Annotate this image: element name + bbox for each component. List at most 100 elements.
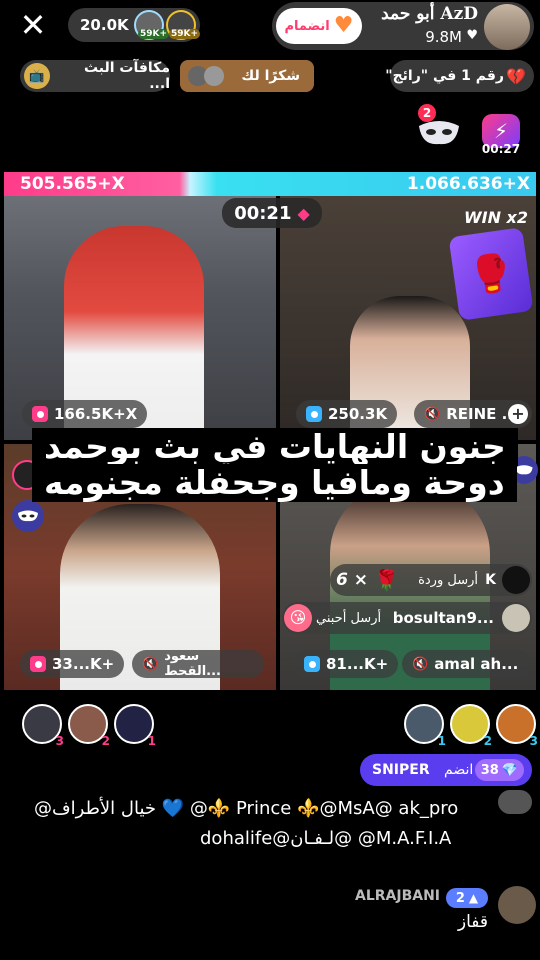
mask-icon[interactable]: 2 [414, 104, 464, 154]
sniper-level: 38 [480, 762, 499, 778]
battle-timer-value: 00:21 [234, 202, 292, 224]
comment-2-username: ALRAJBANI [354, 888, 440, 904]
bl-score-chip[interactable]: 33...K+ [20, 650, 125, 678]
tr-score: 250.3K [328, 405, 388, 423]
thanks-avatar-2 [204, 66, 224, 86]
comment-2-text: قفاز [457, 912, 488, 932]
br-name-chip[interactable]: 🔇 amal ah... [402, 650, 532, 678]
comment-1[interactable]: @خيال الأطراف 💙 @⚜️ Prince ⚜️@MsA@ ak_pr… [20, 790, 536, 860]
right-rank-avatar-2[interactable]: 2 [450, 704, 492, 748]
thanks-label: شكرًا لك [241, 68, 300, 84]
viewer-count-pill[interactable]: 20.0K 59K+ 59K+ [68, 8, 201, 42]
comment-avatar [498, 790, 532, 814]
comment-1-line-1: @خيال الأطراف 💙 @⚜️ Prince ⚜️@MsA@ ak_pr… [34, 798, 459, 819]
tr-name-chip[interactable]: 🔇 REINE ... + [414, 400, 532, 428]
host-info-pill[interactable]: انضمام ♥ أبو حمد AzD ♥ 9.8M [272, 2, 534, 50]
top-viewer-badge-2: 59K+ [169, 29, 201, 39]
gift2-text: أرسل أحبني [316, 610, 382, 626]
trending-rank-tag[interactable]: رقم 1 في "رائج" 💔 [385, 60, 534, 92]
join-button[interactable]: انضمام ♥ [276, 8, 362, 44]
gift-count-x: 6 × [336, 570, 369, 590]
right-team-score: 1.066.636+X [406, 174, 530, 194]
caption-line-2: دوحة ومافيا وجحفلة مجنومه [32, 464, 517, 502]
top-viewer-badge-1: 59K+ [138, 29, 170, 39]
lightning-timer: 00:27 [481, 142, 521, 156]
love-gift-icon: 😘 [284, 604, 312, 632]
gift2-user: bosultan9... [392, 609, 494, 627]
sniper-label: SNIPER [372, 762, 430, 778]
comment-1-line-2: dohalife@لـفـان@ @M.A.F.I.A [200, 828, 452, 849]
battle-timer: 00:21 ◆ [222, 198, 322, 228]
gift-notification-rose[interactable]: 6 × 🌹 أرسل وردة K [330, 564, 532, 596]
right-rank-number-2: 2 [483, 734, 492, 748]
br-score: 81...K+ [326, 655, 389, 673]
join-label: انضمام [284, 18, 330, 34]
gift-notification-love[interactable]: 😘 أرسل أحبني bosultan9... [282, 602, 532, 634]
comment-2-level-badge: 2 ▲ [446, 888, 488, 908]
comment-2-level: 2 [455, 890, 465, 906]
left-rank-avatar-1[interactable]: 1 [114, 704, 156, 748]
tr-score-chip[interactable]: 250.3K [296, 400, 398, 428]
battle-vs-icon: ◆ [297, 203, 310, 223]
left-team-score: 505.565+X [20, 174, 125, 194]
tl-score-chip[interactable]: 166.5K+X [22, 400, 148, 428]
left-rank-avatar-2[interactable]: 2 [68, 704, 110, 748]
add-icon[interactable]: + [508, 404, 528, 424]
thanks-tag[interactable]: شكرًا لك [180, 60, 314, 92]
rose-icon: 🌹 [374, 568, 399, 592]
gift-user-avatar [502, 566, 530, 594]
host-name: أبو حمد AzD [381, 4, 478, 24]
bl-score: 33...K+ [52, 655, 115, 673]
left-rank-avatar-3[interactable]: 3 [22, 704, 64, 748]
live-rewards-label: مكافآت البث ا... [83, 60, 170, 92]
camera-icon [304, 656, 320, 672]
br-name: amal ah... [434, 655, 519, 673]
broken-heart-icon: 💔 [506, 66, 526, 86]
tl-score: 166.5K+X [54, 405, 138, 423]
host-likes: 9.8M [425, 28, 462, 46]
right-rank-number-1: 1 [437, 734, 446, 748]
win-multiplier: WIN x2 [463, 208, 528, 227]
live-rewards-tag[interactable]: 📺 مكافآت البث ا... [20, 60, 170, 92]
heart-plus-icon: ♥ [333, 13, 354, 38]
gift-count: 6 [336, 570, 348, 590]
sniper-join-banner[interactable]: SNIPER انضم 38 💎 [360, 754, 532, 786]
gift2-user-avatar [502, 604, 530, 632]
comment-avatar [498, 886, 536, 924]
mask-count-badge: 2 [418, 104, 436, 122]
video-tile-top-right[interactable]: WIN x2 🥊 250.3K 🔇 REINE ... + [280, 196, 536, 440]
diamond-icon: 💎 [501, 762, 518, 778]
boxing-glove-card-icon: 🥊 [448, 227, 534, 321]
right-rank-avatar-3[interactable]: 3 [496, 704, 538, 748]
right-rank-avatar-1[interactable]: 1 [404, 704, 446, 748]
camera-icon [32, 406, 48, 422]
camera-icon [30, 656, 46, 672]
left-rank-number-2: 2 [101, 734, 110, 748]
video-tile-top-left[interactable]: 166.5K+X [4, 196, 276, 440]
host-avatar[interactable] [484, 4, 530, 50]
reward-tv-icon: 📺 [24, 63, 50, 89]
battle-score-bar: 505.565+X 1.066.636+X [4, 172, 536, 196]
left-rank-number-3: 3 [55, 734, 64, 748]
sniper-join-label: انضم [444, 762, 474, 778]
mute-icon: 🔇 [424, 406, 441, 422]
gift-user: K [485, 572, 496, 588]
trending-rank-label: رقم 1 في "رائج" [385, 68, 504, 84]
bl-name-chip[interactable]: 🔇 سعود القحط... [132, 649, 264, 679]
bl-name: سعود القحط... [164, 649, 221, 679]
triangle-icon: ▲ [468, 891, 479, 905]
mute-icon: 🔇 [412, 656, 429, 672]
bl-mask-icon[interactable] [12, 500, 44, 532]
right-rank-number-3: 3 [529, 734, 538, 748]
camera-icon [306, 406, 322, 422]
close-icon[interactable]: ✕ [18, 8, 48, 42]
left-rank-number-1: 1 [147, 734, 156, 748]
gift-text: أرسل وردة [418, 572, 478, 588]
lightning-box-icon[interactable]: ⚡ 00:27 [476, 112, 526, 158]
comment-2[interactable]: ALRAJBANI 2 ▲ قفاز [300, 884, 536, 940]
br-score-chip[interactable]: 81...K+ [294, 650, 399, 678]
level-badge: 38 💎 [474, 759, 524, 781]
caption-line-1: جنون النهايات في بث بوحمد [32, 428, 518, 466]
mute-icon: 🔇 [142, 656, 159, 672]
heart-icon: ♥ [466, 28, 478, 43]
